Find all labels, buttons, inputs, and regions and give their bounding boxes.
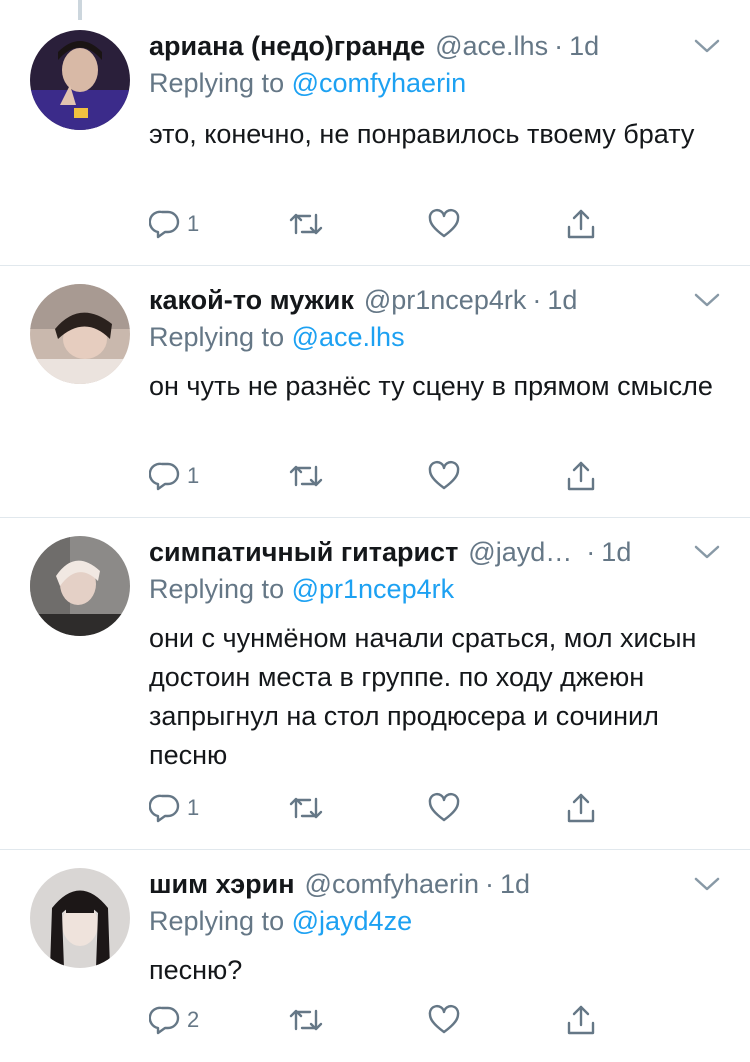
user-handle[interactable]: @pr1ncep4rk xyxy=(364,285,527,316)
chevron-down-icon xyxy=(694,39,720,53)
timestamp[interactable]: 1d xyxy=(601,537,631,568)
replying-to-line: Replying to @ace.lhs xyxy=(149,322,405,353)
chevron-down-icon xyxy=(694,545,720,559)
tweet-header: шим хэрин @comfyhaerin · 1d xyxy=(149,866,720,902)
tweet-actions: 2 xyxy=(149,1002,619,1038)
share-button[interactable] xyxy=(565,790,597,826)
share-button[interactable] xyxy=(565,1002,597,1038)
heart-icon xyxy=(428,792,460,822)
reply-count: 1 xyxy=(187,211,200,236)
tweet-header: симпатичный гитарист @jayd4ze · 1d xyxy=(149,534,720,570)
tweet-text: они с чунмёном начали сраться, мол хисын… xyxy=(149,623,697,770)
share-icon xyxy=(567,461,595,491)
retweet-icon xyxy=(289,213,323,235)
tweet-3[interactable]: шим хэрин @comfyhaerin · 1d Replying to … xyxy=(0,850,750,1062)
reply-button[interactable]: 1 xyxy=(149,790,199,826)
retweet-button[interactable] xyxy=(288,790,324,826)
retweet-button[interactable] xyxy=(288,458,324,494)
replying-to-mention[interactable]: @jayd4ze xyxy=(292,906,412,936)
retweet-icon xyxy=(289,797,323,819)
separator-dot: · xyxy=(532,284,542,315)
tweet-header: ариана (недо)гранде @ace.lhs · 1d xyxy=(149,28,720,64)
display-name[interactable]: симпатичный гитарист xyxy=(149,537,458,568)
reply-button[interactable]: 1 xyxy=(149,458,199,494)
replying-to-line: Replying to @pr1ncep4rk xyxy=(149,574,454,605)
retweet-icon xyxy=(289,465,323,487)
retweet-button[interactable] xyxy=(288,206,324,242)
user-handle[interactable]: @ace.lhs xyxy=(435,31,548,62)
chevron-down-icon xyxy=(694,293,720,307)
like-button[interactable] xyxy=(427,206,461,242)
replying-to-mention[interactable]: @comfyhaerin xyxy=(292,68,466,98)
user-handle[interactable]: @jayd4ze xyxy=(468,537,580,568)
reply-count: 1 xyxy=(187,463,200,488)
share-button[interactable] xyxy=(565,458,597,494)
separator-dot: · xyxy=(485,868,495,899)
tweet-0[interactable]: ариана (недо)гранде @ace.lhs · 1d Replyi… xyxy=(0,0,750,266)
separator-dot: · xyxy=(554,30,564,61)
user-handle[interactable]: @comfyhaerin xyxy=(305,869,479,900)
tweet-menu-button[interactable] xyxy=(692,28,722,64)
replying-to-line: Replying to @comfyhaerin xyxy=(149,68,466,99)
reply-icon xyxy=(149,210,180,239)
display-name[interactable]: шим хэрин xyxy=(149,869,295,900)
tweet-text: он чуть не разнёс ту сцену в прямом смыс… xyxy=(149,371,713,401)
tweet-actions: 1 xyxy=(149,458,619,494)
heart-icon xyxy=(428,1004,460,1034)
replying-to-label: Replying to xyxy=(149,68,285,98)
replying-to-label: Replying to xyxy=(149,906,285,936)
tweet-1[interactable]: какой-то мужик @pr1ncep4rk · 1d Replying… xyxy=(0,266,750,518)
timestamp[interactable]: 1d xyxy=(500,869,530,900)
share-icon xyxy=(567,793,595,823)
tweet-menu-button[interactable] xyxy=(692,534,722,570)
heart-icon xyxy=(428,460,460,490)
reply-button[interactable]: 2 xyxy=(149,1002,199,1038)
avatar[interactable] xyxy=(30,30,130,130)
tweet-2[interactable]: симпатичный гитарист @jayd4ze · 1d Reply… xyxy=(0,518,750,850)
avatar[interactable] xyxy=(30,868,130,968)
reply-icon xyxy=(149,1006,180,1035)
tweet-text: это, конечно, не понравилось твоему брат… xyxy=(149,119,695,149)
replying-to-label: Replying to xyxy=(149,322,285,352)
timestamp[interactable]: 1d xyxy=(547,285,577,316)
like-button[interactable] xyxy=(427,458,461,494)
display-name[interactable]: какой-то мужик xyxy=(149,285,354,316)
reply-count: 2 xyxy=(187,1007,200,1032)
avatar[interactable] xyxy=(30,284,130,384)
separator-dot: · xyxy=(586,536,596,567)
tweet-menu-button[interactable] xyxy=(692,866,722,902)
display-name[interactable]: ариана (недо)гранде xyxy=(149,31,425,62)
tweet-actions: 1 xyxy=(149,790,619,826)
tweet-thread: ариана (недо)гранде @ace.lhs · 1d Replyi… xyxy=(0,0,750,1062)
retweet-button[interactable] xyxy=(288,1002,324,1038)
chevron-down-icon xyxy=(694,877,720,891)
share-icon xyxy=(567,209,595,239)
share-button[interactable] xyxy=(565,206,597,242)
reply-count: 1 xyxy=(187,795,200,820)
reply-icon xyxy=(149,794,180,823)
like-button[interactable] xyxy=(427,1002,461,1038)
replying-to-line: Replying to @jayd4ze xyxy=(149,906,412,937)
tweet-actions: 1 xyxy=(149,206,619,242)
like-button[interactable] xyxy=(427,790,461,826)
timestamp[interactable]: 1d xyxy=(569,31,599,62)
replying-to-mention[interactable]: @ace.lhs xyxy=(292,322,405,352)
reply-button[interactable]: 1 xyxy=(149,206,199,242)
replying-to-mention[interactable]: @pr1ncep4rk xyxy=(292,574,455,604)
retweet-icon xyxy=(289,1009,323,1031)
replying-to-label: Replying to xyxy=(149,574,285,604)
share-icon xyxy=(567,1005,595,1035)
reply-icon xyxy=(149,462,180,491)
tweet-menu-button[interactable] xyxy=(692,282,722,318)
heart-icon xyxy=(428,208,460,238)
avatar[interactable] xyxy=(30,536,130,636)
tweet-header: какой-то мужик @pr1ncep4rk · 1d xyxy=(149,282,720,318)
tweet-text: песню? xyxy=(149,955,243,985)
